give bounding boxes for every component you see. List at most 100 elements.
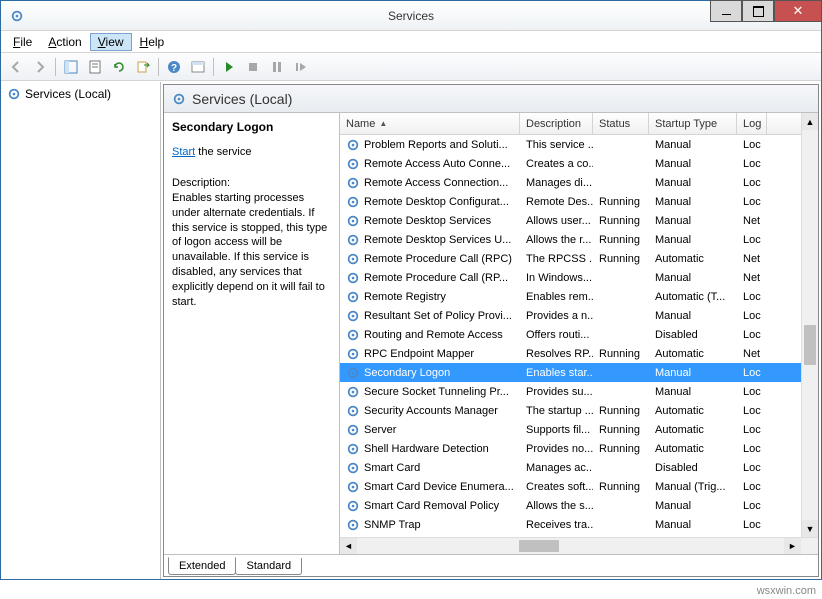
start-service-button[interactable]: [218, 56, 240, 78]
service-icon: [346, 366, 360, 380]
table-row[interactable]: SNMP TrapReceives tra...ManualLoc: [340, 515, 818, 534]
col-status[interactable]: Status: [593, 113, 649, 134]
menu-help[interactable]: Help: [132, 33, 173, 51]
cell-name: Shell Hardware Detection: [340, 442, 520, 456]
cell-status: Running: [593, 253, 649, 265]
table-row[interactable]: Remote Procedure Call (RP...In Windows..…: [340, 268, 818, 287]
cell-startup: Manual (Trig...: [649, 481, 737, 493]
table-row[interactable]: Secondary LogonEnables star...ManualLoc: [340, 363, 818, 382]
table-row[interactable]: ServerSupports fil...RunningAutomaticLoc: [340, 420, 818, 439]
cell-logon: Loc: [737, 177, 767, 189]
cell-description: Provides a n...: [520, 310, 593, 322]
main-heading: Services (Local): [164, 85, 818, 113]
maximize-button[interactable]: [742, 0, 774, 22]
cell-description: Enables star...: [520, 367, 593, 379]
column-headers: Name▲ Description Status Startup Type Lo…: [340, 113, 818, 135]
nav-tree[interactable]: Services (Local): [1, 82, 161, 579]
view-tabs: Extended Standard: [164, 554, 818, 576]
col-startup[interactable]: Startup Type: [649, 113, 737, 134]
col-name[interactable]: Name▲: [340, 113, 520, 134]
table-row[interactable]: Remote Desktop Services U...Allows the r…: [340, 230, 818, 249]
service-icon: [346, 404, 360, 418]
description-label: Description:: [172, 176, 331, 191]
selected-service-name: Secondary Logon: [172, 119, 331, 135]
tab-extended[interactable]: Extended: [168, 557, 236, 575]
cell-name: Remote Access Connection...: [340, 176, 520, 190]
start-link[interactable]: Start: [172, 146, 195, 158]
table-row[interactable]: Remote Desktop ServicesAllows user...Run…: [340, 211, 818, 230]
table-row[interactable]: Smart Card Removal PolicyAllows the s...…: [340, 496, 818, 515]
hscroll-track[interactable]: [357, 538, 784, 554]
minimize-button[interactable]: [710, 0, 742, 22]
cell-description: Provides su...: [520, 386, 593, 398]
hscroll-thumb[interactable]: [519, 540, 559, 552]
forward-button[interactable]: [29, 56, 51, 78]
restart-service-button[interactable]: [290, 56, 312, 78]
service-icon: [346, 271, 360, 285]
horizontal-scrollbar[interactable]: ◄ ►: [340, 537, 818, 554]
table-row[interactable]: Smart Card Device Enumera...Creates soft…: [340, 477, 818, 496]
stop-service-button[interactable]: [242, 56, 264, 78]
cell-logon: Net: [737, 253, 767, 265]
close-button[interactable]: ✕: [774, 0, 822, 22]
table-row[interactable]: RPC Endpoint MapperResolves RP...Running…: [340, 344, 818, 363]
cell-status: Running: [593, 348, 649, 360]
help-button[interactable]: ?: [163, 56, 185, 78]
cell-logon: Loc: [737, 500, 767, 512]
table-row[interactable]: Remote RegistryEnables rem...Automatic (…: [340, 287, 818, 306]
col-description[interactable]: Description: [520, 113, 593, 134]
service-icon: [346, 347, 360, 361]
table-row[interactable]: Problem Reports and Soluti...This servic…: [340, 135, 818, 154]
pause-service-button[interactable]: [266, 56, 288, 78]
service-icon: [346, 233, 360, 247]
cell-logon: Loc: [737, 139, 767, 151]
rows-viewport[interactable]: Problem Reports and Soluti...This servic…: [340, 135, 818, 537]
table-row[interactable]: Secure Socket Tunneling Pr...Provides su…: [340, 382, 818, 401]
cell-description: The RPCSS ...: [520, 253, 593, 265]
service-icon: [346, 480, 360, 494]
table-row[interactable]: Remote Desktop Configurat...Remote Des..…: [340, 192, 818, 211]
titlebar[interactable]: Services ✕: [1, 1, 821, 31]
calendar-icon[interactable]: [187, 56, 209, 78]
table-row[interactable]: Security Accounts ManagerThe startup ...…: [340, 401, 818, 420]
cell-logon: Loc: [737, 386, 767, 398]
export-button[interactable]: [132, 56, 154, 78]
cell-description: Offers routi...: [520, 329, 593, 341]
vertical-scrollbar[interactable]: ▲ ▼: [801, 113, 818, 537]
scroll-left-icon[interactable]: ◄: [340, 538, 357, 554]
nav-label: Services (Local): [25, 87, 111, 101]
nav-services-local[interactable]: Services (Local): [5, 86, 156, 102]
services-node-icon: [7, 87, 21, 101]
cell-name: Remote Desktop Services U...: [340, 233, 520, 247]
table-row[interactable]: Routing and Remote AccessOffers routi...…: [340, 325, 818, 344]
menu-action[interactable]: Action: [40, 33, 89, 51]
cell-startup: Automatic: [649, 253, 737, 265]
scroll-right-icon[interactable]: ►: [784, 538, 801, 554]
menubar: File Action View Help: [1, 31, 821, 53]
scroll-down-icon[interactable]: ▼: [802, 520, 818, 537]
back-button[interactable]: [5, 56, 27, 78]
tab-standard[interactable]: Standard: [235, 558, 302, 575]
cell-name: Security Accounts Manager: [340, 404, 520, 418]
table-row[interactable]: Remote Access Auto Conne...Creates a co.…: [340, 154, 818, 173]
toolbar: ?: [1, 53, 821, 81]
vscroll-track[interactable]: [802, 130, 818, 520]
separator: [55, 58, 56, 76]
scroll-up-icon[interactable]: ▲: [802, 113, 818, 130]
show-hide-tree-button[interactable]: [60, 56, 82, 78]
cell-name: Routing and Remote Access: [340, 328, 520, 342]
table-row[interactable]: Remote Procedure Call (RPC)The RPCSS ...…: [340, 249, 818, 268]
description-text: Enables starting processes under alterna…: [172, 192, 327, 308]
table-row[interactable]: Shell Hardware DetectionProvides no...Ru…: [340, 439, 818, 458]
table-row[interactable]: Remote Access Connection...Manages di...…: [340, 173, 818, 192]
col-logon[interactable]: Log: [737, 113, 767, 134]
cell-status: Running: [593, 424, 649, 436]
vscroll-thumb[interactable]: [804, 325, 816, 365]
table-row[interactable]: Smart CardManages ac...DisabledLoc: [340, 458, 818, 477]
table-row[interactable]: Resultant Set of Policy Provi...Provides…: [340, 306, 818, 325]
service-list[interactable]: Name▲ Description Status Startup Type Lo…: [340, 113, 818, 554]
properties-button[interactable]: [84, 56, 106, 78]
menu-view[interactable]: View: [90, 33, 132, 51]
refresh-button[interactable]: [108, 56, 130, 78]
menu-file[interactable]: File: [5, 33, 40, 51]
